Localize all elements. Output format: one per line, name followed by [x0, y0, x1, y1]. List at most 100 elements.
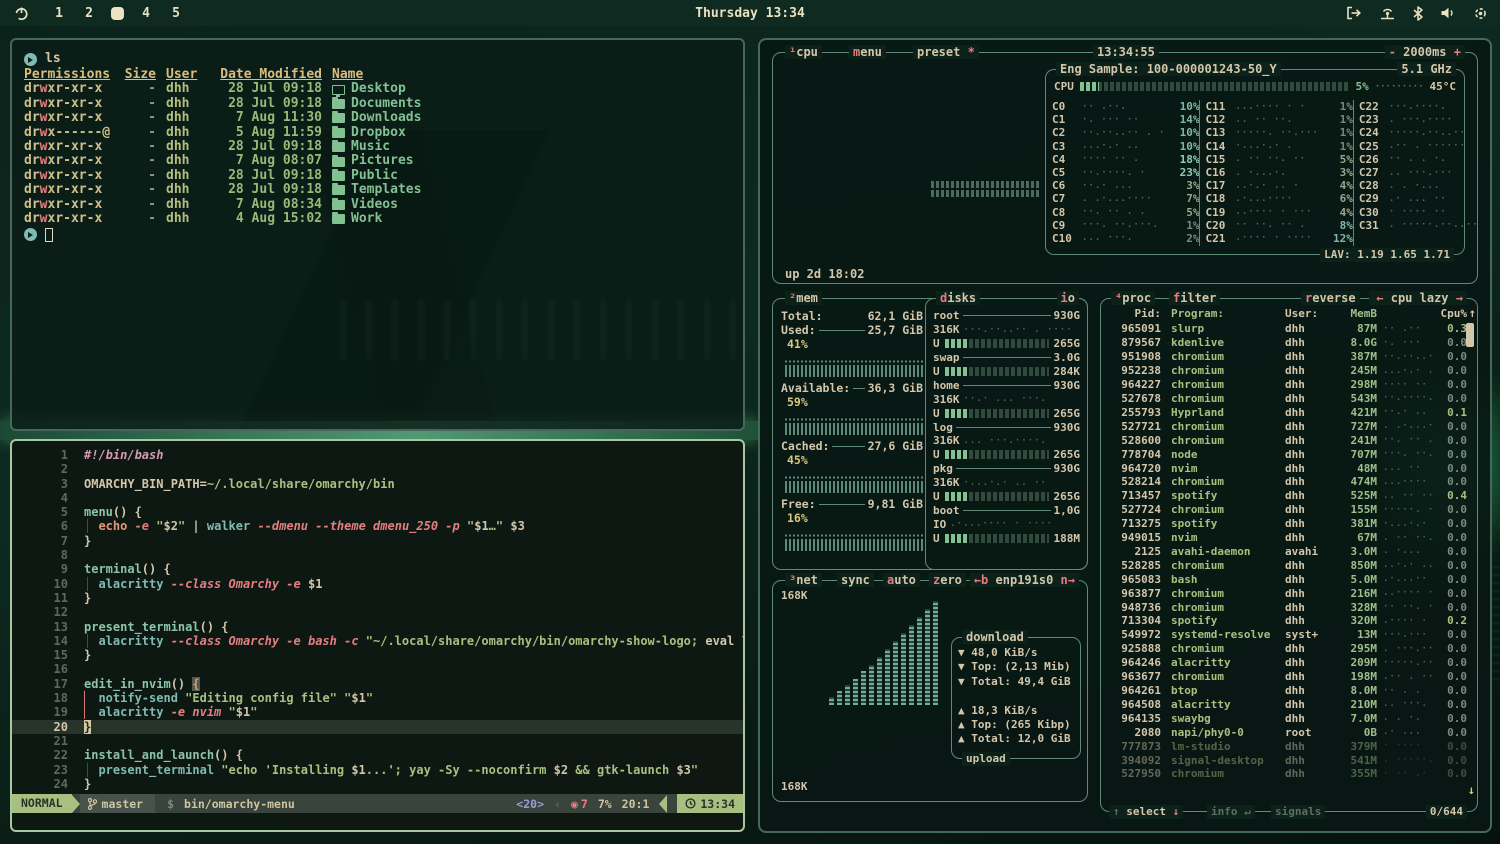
menu-button[interactable]: menu [849, 45, 886, 59]
process-row-527724[interactable]: 527724chromiumdhh155M·····. ··.0.0 [1109, 503, 1467, 517]
process-row-2125[interactable]: 2125avahi-daemonavahi3.0M . ·...0.0 [1109, 545, 1467, 559]
interval-increase[interactable]: + [1454, 45, 1461, 59]
prompt-line[interactable] [24, 227, 731, 242]
process-list-headers: Pid: Program: User: MemB Cpu% [1109, 307, 1467, 320]
interval-decrease[interactable]: - [1389, 45, 1396, 59]
net-auto-button[interactable]: auto [883, 573, 920, 587]
ls-row-music: drwxr-xr-x-dhh28 Jul 09:18Music [24, 140, 731, 154]
disks-box: disks io root930G316K···.··..·· . ····U2… [925, 298, 1088, 570]
cpu-panel-title[interactable]: ¹cpu [785, 45, 822, 59]
logout-icon[interactable] [1346, 6, 1362, 20]
clock-icon [685, 798, 696, 809]
scrollbar-thumb[interactable] [1466, 323, 1474, 347]
scroll-down-arrow[interactable]: ↓ [1468, 783, 1475, 797]
process-row-949015[interactable]: 949015nvimdhh67M. ·· ··. 0.0 [1109, 531, 1467, 545]
net-panel-title[interactable]: ³net [785, 573, 822, 587]
process-row-528600[interactable]: 528600chromiumdhh241M ··. ·· . 0.0 [1109, 433, 1467, 447]
process-row-713457[interactable]: 713457spotifydhh525M .. ·· ··0.4 [1109, 489, 1467, 503]
process-row-964135[interactable]: 964135swaybgdhh7.0M . . ·.0.0 [1109, 711, 1467, 725]
process-row-963877[interactable]: 963877chromiumdhh216M..···· · 0.0 [1109, 586, 1467, 600]
memory-panel: ²mem Total:62,1 GiBUsed:25,7 GiB41%Avail… [772, 298, 1088, 570]
process-row-964508[interactable]: 964508alacrittydhh210M.. ···.0.0 [1109, 697, 1467, 711]
ls-header-date-modified: Date Modified [216, 68, 322, 82]
cpu-frequency: 5.1 GHz [1397, 62, 1456, 76]
core-C18: C18 .·...···· 6% [1205, 192, 1352, 205]
settings-icon[interactable] [1473, 6, 1488, 21]
folder-icon [332, 200, 345, 210]
upload-stat: ▲ 18,3 KiB/s [958, 704, 1074, 718]
net-zero-button[interactable]: zero [929, 573, 966, 587]
proc-footer-info[interactable]: info ↵ [1207, 805, 1255, 819]
disks-title[interactable]: disks [936, 291, 980, 305]
process-row-528214[interactable]: 528214chromiumdhh474M...···· ·0.0 [1109, 475, 1467, 489]
process-row-713275[interactable]: 713275spotifydhh381M ·...·.·0.0 [1109, 517, 1467, 531]
process-row-527950[interactable]: 527950chromiumdhh355M· ·· .·0.0 [1109, 767, 1467, 781]
process-row-778704[interactable]: 778704nodedhh707M···. ··.···0.0 [1109, 447, 1467, 461]
bluetooth-icon[interactable] [1413, 6, 1423, 21]
upload-stat: ▲ Total: 12,0 GiB [958, 732, 1074, 746]
ls-row-videos: drwxr-xr-x-dhh7 Aug 08:34Videos [24, 198, 731, 212]
filter-button[interactable]: filter [1169, 291, 1220, 305]
process-row-527678[interactable]: 527678chromiumdhh543M··.····. 0.0 [1109, 392, 1467, 406]
code-line-11: 11} [12, 591, 743, 605]
process-row-965083[interactable]: 965083bashdhh5.0M .·...··0.0 [1109, 572, 1467, 586]
process-row-255793[interactable]: 255793Hyprlanddhh421M ··.· ..0.1 [1109, 405, 1467, 419]
process-row-963677[interactable]: 963677chromiumdhh198M.·· . ···0.0 [1109, 670, 1467, 684]
process-row-964246[interactable]: 964246alacrittydhh209M ·····.··..0.0 [1109, 656, 1467, 670]
folder-icon [332, 157, 345, 167]
core-C0: C0 ·· .··. 10% [1052, 100, 1199, 113]
process-row-777873[interactable]: 777873lm-studiodhh379M · ···· 0.0 [1109, 739, 1467, 753]
proc-panel-title[interactable]: ⁴proc [1111, 291, 1155, 305]
process-row-527721[interactable]: 527721chromiumdhh727M. .·...·0.0 [1109, 419, 1467, 433]
sort-selector[interactable]: ← cpu lazy → [1372, 291, 1467, 305]
statusline-clock: 13:34 [677, 794, 743, 813]
code-buffer[interactable]: 1#!/bin/bash23OMARCHY_BIN_PATH=~/.local/… [12, 448, 743, 791]
scroll-up-arrow[interactable]: ↑ [1469, 306, 1476, 320]
disk-boot: boot1,0G [933, 503, 1080, 517]
io-mode-button[interactable]: io [1057, 291, 1079, 305]
ls-row-downloads: drwxr-xr-x-dhh7 Aug 11:30Downloads [24, 111, 731, 125]
code-line-12: 12 [12, 605, 743, 619]
iface-prev-button[interactable]: ←b [974, 573, 988, 587]
code-line-15: 15} [12, 648, 743, 662]
core-C3: C3...·.· .. 10% [1052, 140, 1199, 153]
process-row-549972[interactable]: 549972systemd-resolvesyst+13M ···.···0.0 [1109, 628, 1467, 642]
prompt-arrow-icon [24, 53, 37, 66]
code-line-2: 2 [12, 462, 743, 476]
iface-next-button[interactable]: n→ [1061, 573, 1075, 587]
process-row-394092[interactable]: 394092signal-desktopdhh541M. ·····.··.0.… [1109, 753, 1467, 767]
volume-icon[interactable] [1440, 6, 1456, 20]
mem-panel-title[interactable]: ²mem [785, 291, 822, 305]
process-row-964720[interactable]: 964720nvimdhh48M ... ··0.0 [1109, 461, 1467, 475]
process-row-528285[interactable]: 528285chromiumdhh850M..·.· ..0.0 [1109, 558, 1467, 572]
reverse-button[interactable]: reverse [1301, 291, 1360, 305]
buffer-indicator: <20> [516, 797, 544, 811]
mem-stat-cached: Cached:27,6 GiB [781, 439, 923, 453]
proc-footer-select[interactable]: ↑ select ↓ [1109, 805, 1183, 819]
process-row-2080[interactable]: 2080napi/phy0-0root0B.· ... 0.0 [1109, 725, 1467, 739]
process-row-948736[interactable]: 948736chromiumdhh328M ·· ··. ··0.0 [1109, 600, 1467, 614]
prompt-line: ls [24, 52, 731, 67]
proc-footer-signals[interactable]: signals [1271, 805, 1325, 819]
core-C7: C7. .·...····7% [1052, 192, 1199, 205]
core-C21: C21.···· · ····12% [1205, 232, 1352, 245]
code-line-18: 18▏ notify-send "Editing config file" "$… [12, 691, 743, 705]
scroll-progress: 7% [598, 797, 612, 811]
ls-header-size: Size [122, 68, 156, 82]
process-row-879567[interactable]: 879567kdenlivedhh8.0G·. ··· 0.0 [1109, 336, 1467, 350]
process-row-951908[interactable]: 951908chromiumdhh387M··.··..·· .0.0 [1109, 350, 1467, 364]
process-row-713304[interactable]: 713304spotifydhh320M.···· · ·0.2 [1109, 614, 1467, 628]
net-sync-button[interactable]: sync [837, 573, 874, 587]
process-row-964261[interactable]: 964261btopdhh8.0M ·· . . 0.0 [1109, 684, 1467, 698]
powerline-separator [72, 795, 80, 813]
network-icon[interactable] [1379, 6, 1396, 20]
process-row-952238[interactable]: 952238chromiumdhh245M...·.· .0.0 [1109, 364, 1467, 378]
process-row-964227[interactable]: 964227chromiumdhh298M ···· ·· 0.0 [1109, 378, 1467, 392]
code-line-5: 5menu() { [12, 505, 743, 519]
process-row-965091[interactable]: 965091slurpdhh87M ·· .··0.3 [1109, 322, 1467, 336]
cpu-temperature: 45°C [1430, 80, 1457, 93]
disk-list: root930G316K···.··..·· . ····U265G swap3… [933, 309, 1080, 545]
core-C27: C27.. ···.···3% [1359, 166, 1500, 179]
process-row-925888[interactable]: 925888chromiumdhh295M. ···.··0.0 [1109, 642, 1467, 656]
preset-button[interactable]: preset * [913, 45, 979, 59]
